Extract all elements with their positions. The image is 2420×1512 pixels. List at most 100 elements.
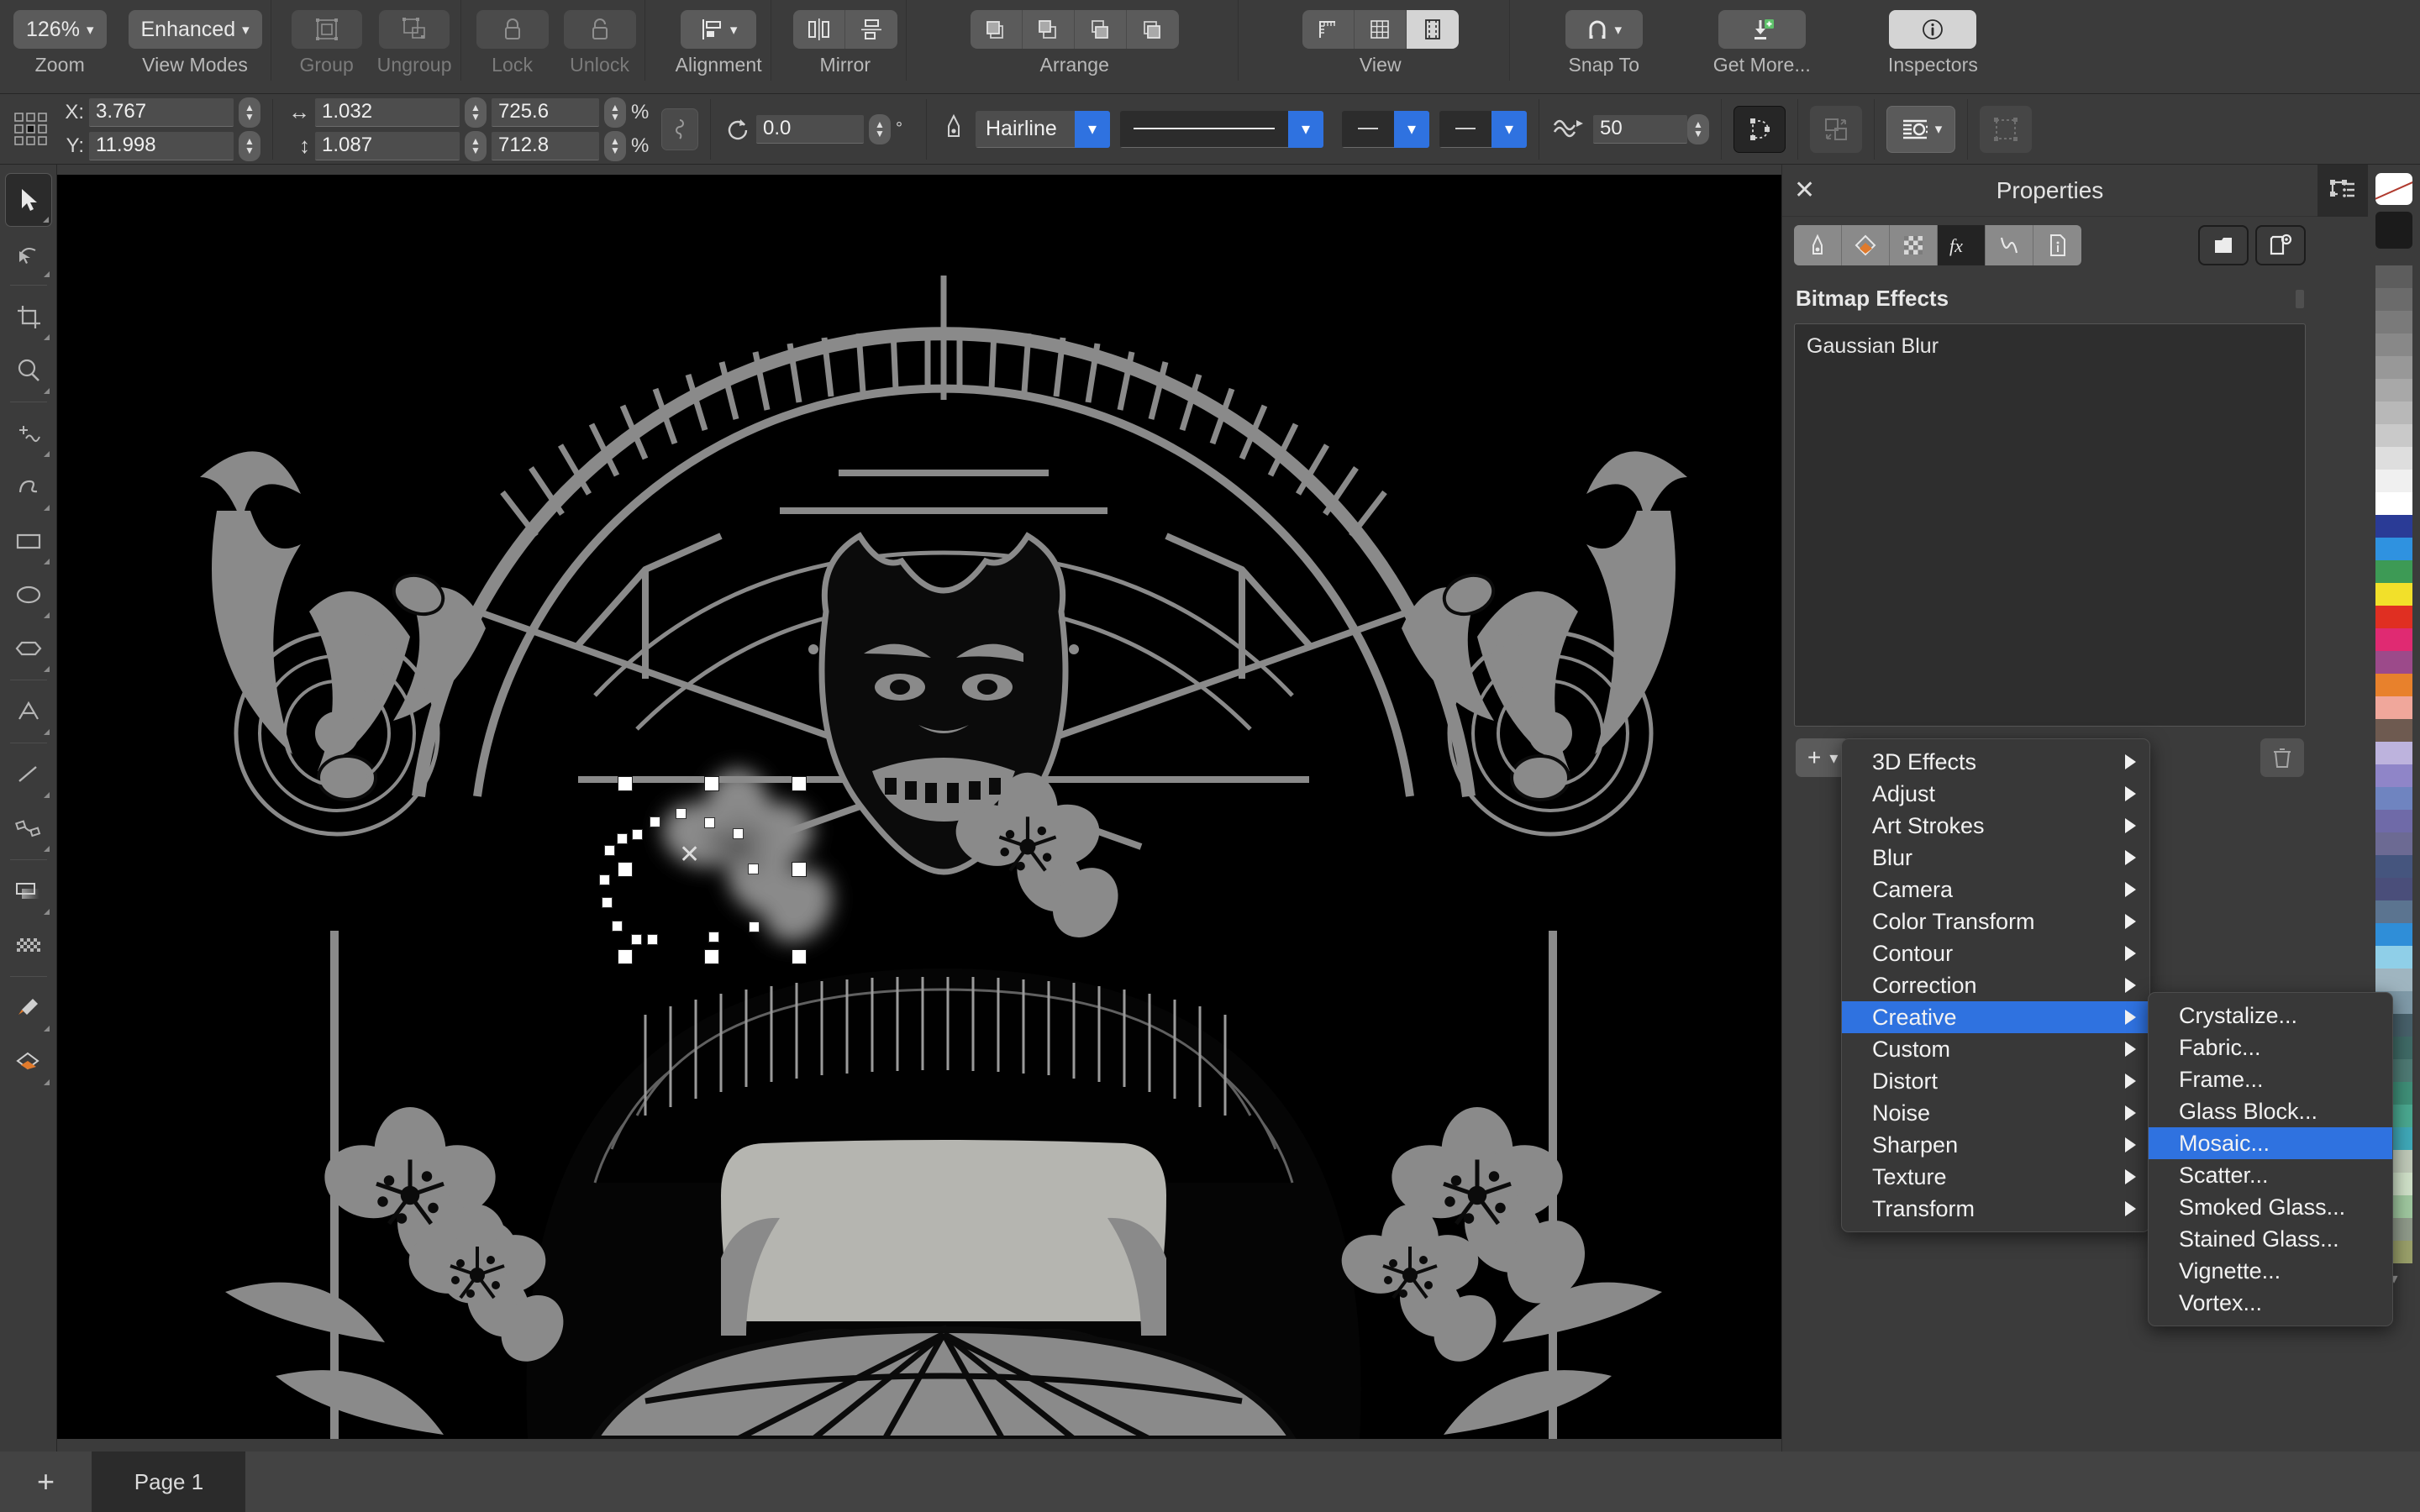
tool-drop-shadow[interactable] [5,864,52,918]
menu-item[interactable]: Sharpen [1842,1129,2149,1161]
node-marker[interactable] [749,921,760,932]
menu-item[interactable]: Mosaic... [2149,1127,2392,1159]
palette-swatch[interactable] [2375,832,2412,855]
tab-curve[interactable] [1986,225,2033,265]
new-from-selection-button[interactable] [2198,225,2249,265]
palette-swatch[interactable] [2375,265,2412,288]
tool-crop[interactable] [5,290,52,344]
node-marker[interactable] [748,864,759,874]
node-marker[interactable] [733,828,744,839]
wrap-text-button[interactable] [1810,105,1862,153]
height-stepper[interactable]: ▲ ▼ [465,130,487,161]
palette-swatch[interactable] [2375,719,2412,742]
node-marker[interactable] [676,808,687,819]
lock-aspect-ratio-button[interactable] [661,108,698,150]
height-percent-input[interactable] [492,131,599,160]
selection-handle-tr[interactable] [792,776,807,791]
y-input[interactable] [89,131,234,160]
tool-rectangle[interactable] [5,514,52,568]
bring-to-front-button[interactable] [971,10,1023,49]
selection-handle-l[interactable] [618,862,633,877]
lock-button[interactable] [476,10,549,49]
unlock-button[interactable] [563,10,636,49]
send-backward-button[interactable] [1075,10,1127,49]
menu-item[interactable]: Blur [1842,842,2149,874]
creative-effects-submenu[interactable]: Crystalize... Fabric... Frame... Glass Bloc… [2148,992,2393,1326]
tool-zoom[interactable] [5,344,52,397]
palette-swatch[interactable] [2375,402,2412,424]
y-stepper[interactable]: ▲ ▼ [239,130,260,161]
canvas-area[interactable]: ✕ [57,165,1842,1452]
selection-handle-bl[interactable] [618,949,633,964]
tool-connector[interactable] [5,801,52,855]
tool-transparency[interactable] [5,918,52,972]
node-marker[interactable] [604,845,615,856]
palette-swatch[interactable] [2375,696,2412,719]
palette-swatch[interactable] [2375,923,2412,946]
menu-item[interactable]: Art Strokes [1842,810,2149,842]
palette-swatch[interactable] [2375,606,2412,628]
tool-shape-edit[interactable] [5,227,52,281]
effects-category-menu[interactable]: 3D Effects Adjust Art Strokes Blur Camera Col… [1841,738,2150,1232]
tab-effects[interactable]: fx [1938,225,1986,265]
tool-smart-draw[interactable] [5,460,52,514]
width-percent-stepper[interactable]: ▲ ▼ [604,97,626,128]
palette-swatch[interactable] [2375,878,2412,900]
node-marker[interactable] [647,934,658,945]
rulers-button[interactable] [1302,10,1355,49]
tool-straight-line[interactable] [5,748,52,801]
menu-item[interactable]: Stained Glass... [2149,1223,2392,1255]
palette-swatch[interactable] [2375,969,2412,991]
menu-item[interactable]: Transform [1842,1193,2149,1225]
node-marker[interactable] [631,934,642,945]
end-arrow-combo[interactable]: ▾ [1439,110,1527,148]
palette-swatch[interactable] [2375,900,2412,923]
palette-swatch[interactable] [2375,424,2412,447]
transparency-stepper[interactable]: ▲ ▼ [1687,113,1709,144]
palette-swatch[interactable] [2375,742,2412,764]
menu-item[interactable]: Noise [1842,1097,2149,1129]
tab-transparency[interactable] [1890,225,1938,265]
mirror-vertical-button[interactable] [845,10,897,49]
menu-item[interactable]: Glass Block... [2149,1095,2392,1127]
view-modes-dropdown[interactable]: Enhanced ▾ [128,10,262,49]
x-input[interactable] [89,97,234,127]
palette-swatch[interactable] [2375,855,2412,878]
menu-item[interactable]: 3D Effects [1842,746,2149,778]
menu-item[interactable]: Custom [1842,1033,2149,1065]
grid-button[interactable] [1355,10,1407,49]
palette-swatch[interactable] [2375,674,2412,696]
palette-swatch[interactable] [2375,379,2412,402]
height-input[interactable] [315,131,460,160]
menu-item[interactable]: Creative [1842,1001,2149,1033]
get-more-button[interactable] [1718,10,1806,49]
palette-swatch[interactable] [2375,787,2412,810]
palette-swatch[interactable] [2375,583,2412,606]
alignment-dropdown[interactable]: ▾ [681,10,757,49]
palette-swatch[interactable] [2375,311,2412,333]
tab-document-info[interactable] [2033,225,2081,265]
tool-polygon[interactable] [5,622,52,675]
page-tab[interactable]: Page 1 [92,1452,245,1512]
selection-handle-br[interactable] [792,949,807,964]
menu-item[interactable]: Vignette... [2149,1255,2392,1287]
effects-list[interactable]: Gaussian Blur [1794,323,2306,727]
swatch-black[interactable] [2375,212,2412,249]
zoom-level-dropdown[interactable]: 126% ▾ [13,10,107,49]
edit-bitmap-button[interactable] [1980,105,2032,153]
selection-handle-t[interactable] [704,776,719,791]
group-button[interactable] [291,10,362,49]
anchor-point-selector[interactable] [7,111,55,148]
rotation-input[interactable] [756,114,864,144]
mirror-horizontal-button[interactable] [793,10,845,49]
node-marker[interactable] [708,932,719,942]
tool-ellipse[interactable] [5,568,52,622]
line-style-combo[interactable]: ▾ [1120,110,1323,148]
node-marker[interactable] [632,829,643,840]
palette-swatch[interactable] [2375,288,2412,311]
edit-nodes-button[interactable] [1733,105,1786,153]
palette-swatch[interactable] [2375,333,2412,356]
add-page-button[interactable]: + [0,1452,92,1512]
tool-fill[interactable] [5,1035,52,1089]
palette-swatch[interactable] [2375,810,2412,832]
